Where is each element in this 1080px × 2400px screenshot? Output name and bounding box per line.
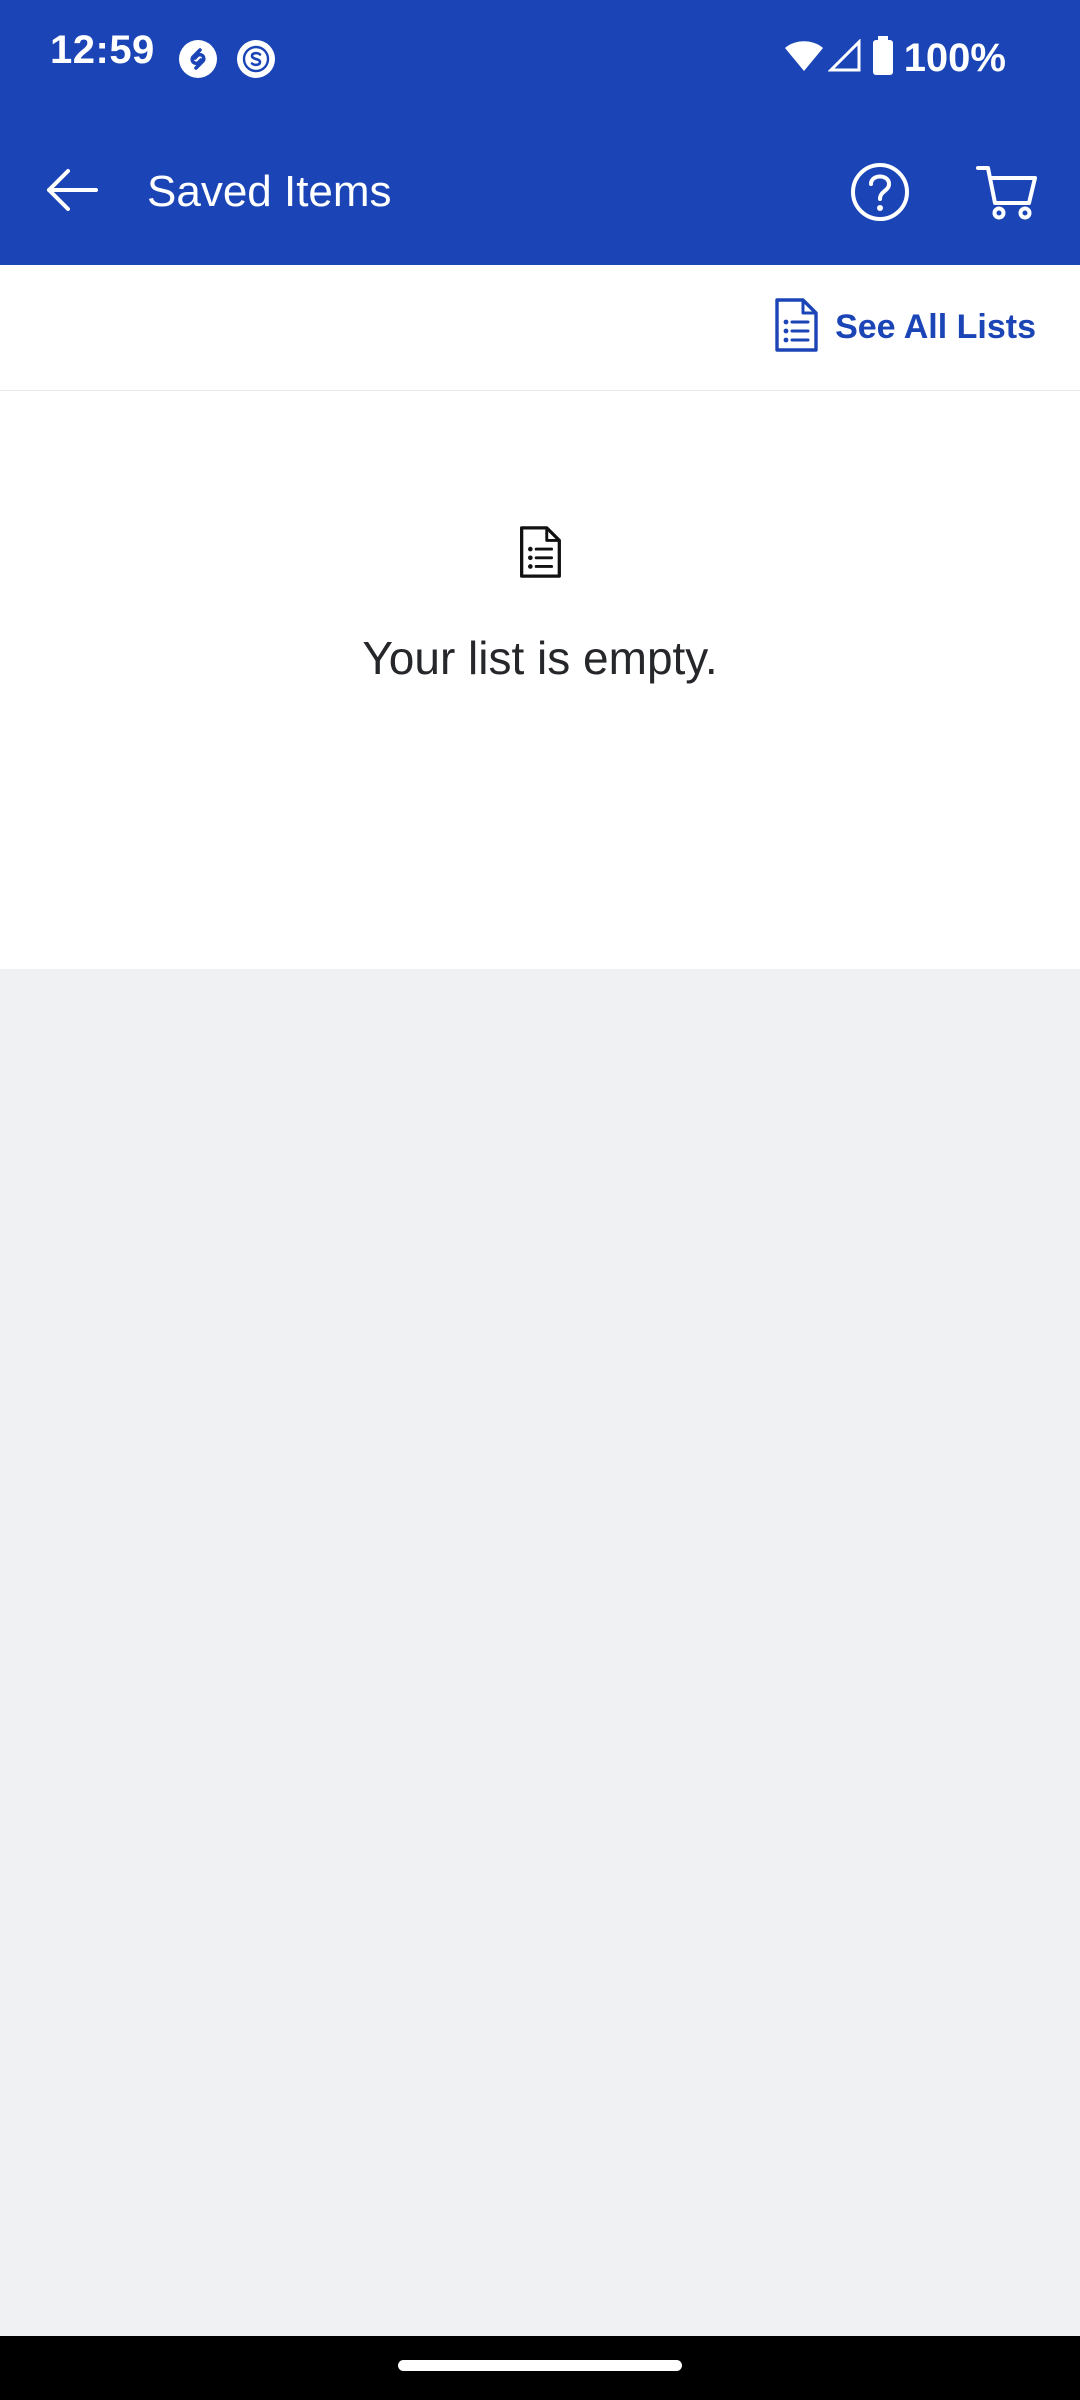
page-title: Saved Items	[147, 167, 392, 216]
cart-icon	[966, 166, 1046, 236]
app-bar: 12:59 100% Saved Items	[0, 0, 1080, 265]
cart-button[interactable]	[966, 152, 1046, 232]
see-all-lists-label: See All Lists	[835, 307, 1036, 346]
s-app-icon	[237, 40, 275, 78]
see-all-lists-button[interactable]: See All Lists	[771, 295, 1036, 359]
status-time: 12:59	[50, 28, 155, 72]
lists-toolbar: See All Lists	[0, 265, 1080, 391]
help-button[interactable]	[840, 152, 920, 232]
battery-percent: 100%	[903, 36, 1006, 80]
wifi-icon	[784, 39, 824, 78]
empty-state-panel: Your list is empty.	[0, 391, 1080, 969]
list-document-icon	[512, 524, 568, 580]
empty-list-message: Your list is empty.	[362, 632, 718, 684]
help-circle-icon	[840, 163, 920, 236]
cell-signal-icon	[827, 37, 862, 78]
back-button[interactable]	[30, 150, 114, 234]
home-indicator[interactable]	[398, 2360, 682, 2371]
status-indicators: 100%	[784, 35, 1006, 81]
shazam-icon	[179, 40, 217, 78]
battery-icon	[872, 35, 894, 81]
system-nav-bar	[0, 2336, 1080, 2400]
arrow-left-icon	[44, 168, 100, 217]
list-document-icon	[771, 296, 821, 359]
